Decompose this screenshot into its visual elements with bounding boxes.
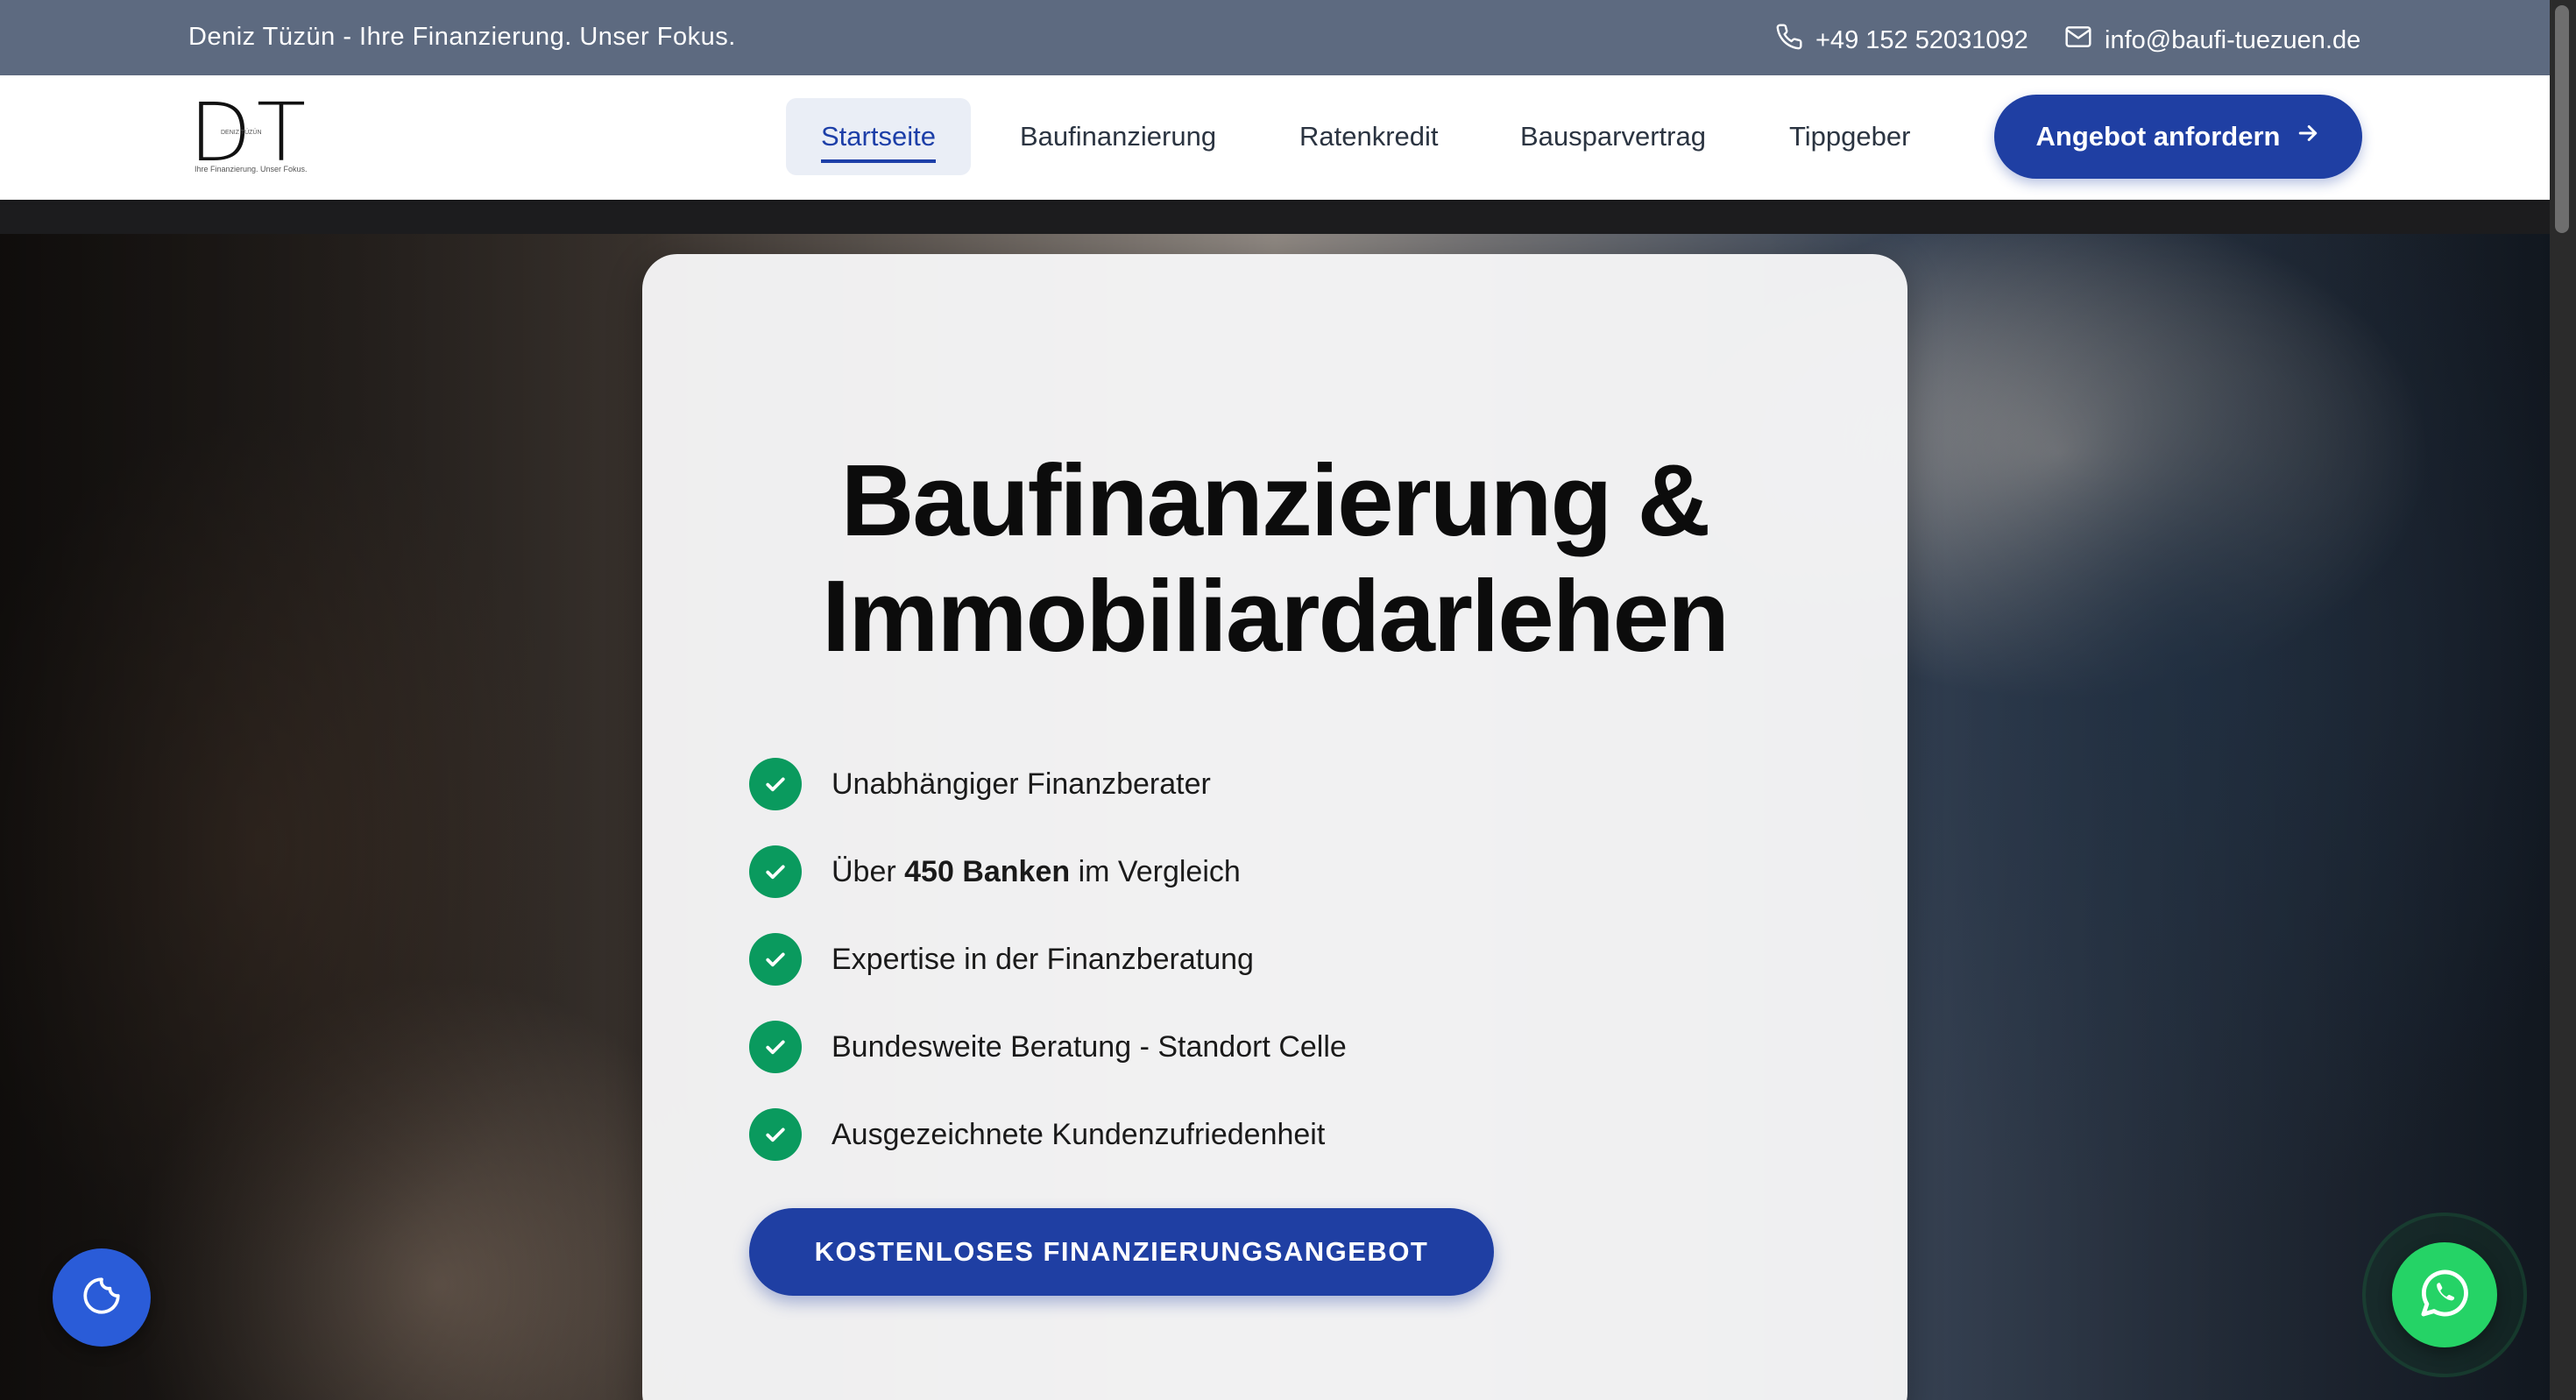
feature-text: Unabhängiger Finanzberater	[832, 767, 1211, 801]
feature-text-bold: 450 Banken	[904, 854, 1071, 888]
feature-text: Bundesweite Beratung - Standort Celle	[832, 1029, 1347, 1064]
top-info-bar: Deniz Tüzün - Ihre Finanzierung. Unser F…	[0, 0, 2550, 75]
nav-item-label: Baufinanzierung	[1020, 121, 1217, 152]
headline-line-2: Immobiliardarlehen	[821, 559, 1730, 673]
nav-item-label: Tippgeber	[1789, 121, 1911, 152]
arrow-right-icon	[2295, 120, 2321, 153]
phone-number: +49 152 52031092	[1815, 25, 2028, 54]
feature-text: Ausgezeichnete Kundenzufriedenheit	[832, 1117, 1326, 1151]
nav-item-startseite[interactable]: Startseite	[786, 98, 971, 175]
check-icon	[749, 758, 802, 810]
list-item: Ausgezeichnete Kundenzufriedenheit	[749, 1091, 1347, 1178]
scrollbar[interactable]	[2550, 0, 2576, 1400]
phone-link[interactable]: +49 152 52031092	[1775, 23, 2028, 58]
hero-card: Baufinanzierung & Immobiliardarlehen Una…	[642, 254, 1907, 1400]
list-item: Über 450 Banken im Vergleich	[749, 828, 1347, 916]
nav-item-baufinanzierung[interactable]: Baufinanzierung	[985, 98, 1251, 175]
check-icon	[749, 933, 802, 986]
nav-item-label: Ratenkredit	[1299, 121, 1439, 152]
feature-text-post: im Vergleich	[1070, 854, 1241, 888]
list-item: Bundesweite Beratung - Standort Celle	[749, 1003, 1347, 1091]
free-financing-offer-button[interactable]: KOSTENLOSES FINANZIERUNGSANGEBOT	[749, 1208, 1494, 1296]
feature-list: Unabhängiger Finanzberater Über 450 Bank…	[749, 740, 1347, 1178]
cookie-icon	[80, 1274, 124, 1322]
whatsapp-button[interactable]	[2392, 1242, 2497, 1347]
check-icon	[749, 845, 802, 898]
nav-item-label: Bausparvertrag	[1520, 121, 1706, 152]
whatsapp-icon	[2414, 1262, 2475, 1328]
check-icon	[749, 1021, 802, 1073]
email-address: info@baufi-tuezuen.de	[2105, 25, 2361, 54]
request-offer-button[interactable]: Angebot anfordern	[1994, 95, 2362, 179]
cookie-settings-button[interactable]	[53, 1248, 151, 1347]
nav-item-ratenkredit[interactable]: Ratenkredit	[1264, 98, 1474, 175]
hero-section: Baufinanzierung & Immobiliardarlehen Una…	[0, 234, 2550, 1400]
nav-item-bausparvertrag[interactable]: Bausparvertrag	[1485, 98, 1741, 175]
logo[interactable]: DT DENIZ TÜZÜN Ihre Finanzierung. Unser …	[189, 93, 308, 180]
check-icon	[749, 1108, 802, 1161]
phone-icon	[1775, 23, 1803, 58]
logo-subtitle: Ihre Finanzierung. Unser Fokus.	[195, 165, 308, 173]
main-navigation: DT DENIZ TÜZÜN Ihre Finanzierung. Unser …	[0, 75, 2550, 200]
mail-icon	[2064, 23, 2092, 58]
list-item: Unabhängiger Finanzberater	[749, 740, 1347, 828]
nav-item-label: Startseite	[821, 121, 936, 163]
scrollbar-thumb[interactable]	[2555, 5, 2569, 233]
headline-line-1: Baufinanzierung &	[840, 443, 1711, 557]
nav-item-tippgeber[interactable]: Tippgeber	[1754, 98, 1945, 175]
feature-text: Expertise in der Finanzberatung	[832, 942, 1254, 976]
logo-name: DENIZ TÜZÜN	[221, 130, 262, 136]
hero-background-photo	[0, 234, 701, 1400]
request-offer-label: Angebot anfordern	[2035, 121, 2281, 152]
feature-text-pre: Über	[832, 854, 905, 888]
tagline: Deniz Tüzün - Ihre Finanzierung. Unser F…	[188, 23, 736, 51]
list-item: Expertise in der Finanzberatung	[749, 916, 1347, 1003]
page-title: Baufinanzierung & Immobiliardarlehen	[642, 442, 1907, 674]
feature-text: Über 450 Banken im Vergleich	[832, 855, 1241, 889]
email-link[interactable]: info@baufi-tuezuen.de	[2064, 23, 2360, 58]
